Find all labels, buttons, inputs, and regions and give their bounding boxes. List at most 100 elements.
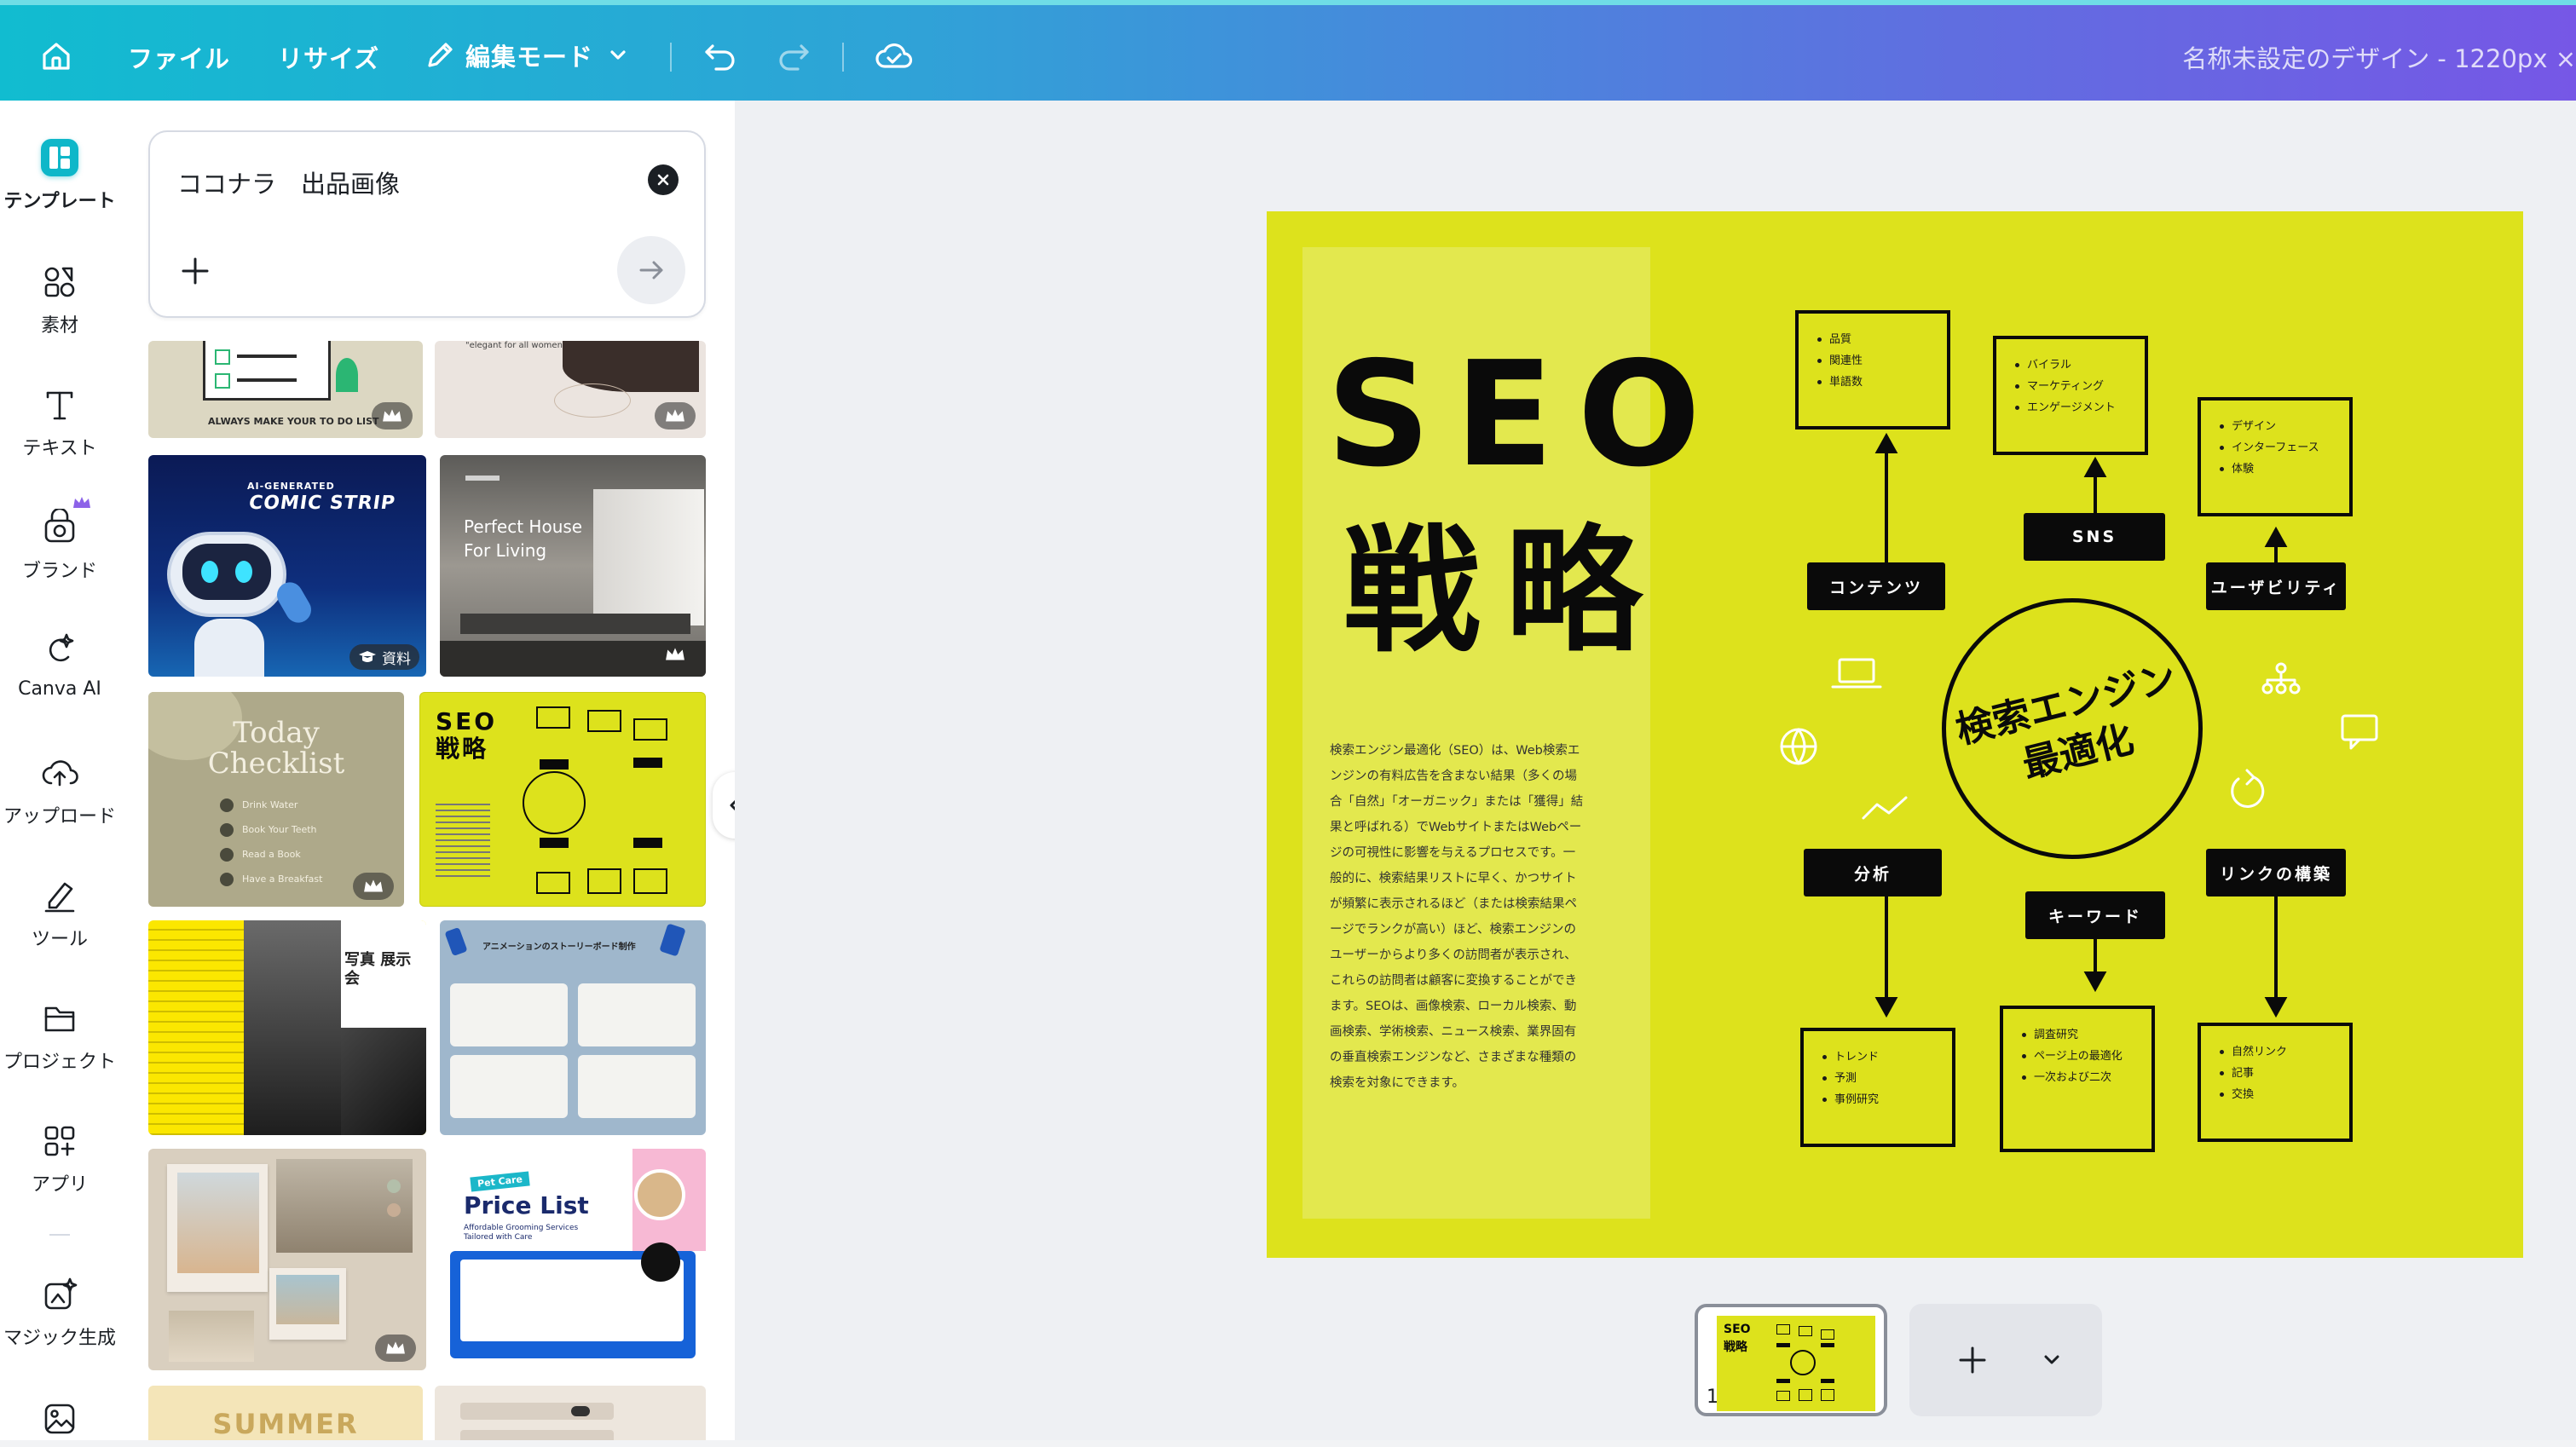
premium-badge [655,402,696,429]
clear-search-button[interactable] [648,164,679,195]
rail-item-magic[interactable]: マジック生成 [0,1275,119,1350]
tools-icon [44,882,75,913]
document-title[interactable]: 名称未設定のデザイン - 1220px × [2182,39,2576,75]
search-input[interactable]: ココナラ 出品画像 [177,164,400,200]
trend-icon [1862,796,1908,820]
center-circle[interactable]: 検索エンジン 最適化 [1942,598,2203,859]
rail-item-uploads[interactable]: アップロード [0,753,119,828]
redo-button[interactable] [776,39,811,73]
crown-icon [383,409,401,422]
template-thumb-seo[interactable]: SEO 戦略 [419,692,706,907]
rail-item-tools[interactable]: ツール [0,876,119,951]
node-link-building[interactable]: リンクの構築 [2206,849,2346,896]
side-rail: テンプレート 素材 テキスト ブランド Canva AI アップロード ツール … [0,101,119,1440]
checklist-item: Book Your Teeth [242,824,317,835]
rail-item-apps[interactable]: アプリ [0,1121,119,1196]
text-icon [46,391,73,420]
plus-icon [1959,1346,1986,1374]
template-thumb-house[interactable]: Perfect House For Living [440,455,706,677]
crown-icon [666,409,684,422]
page-thumbnail[interactable]: SEO 戦略 1 [1695,1304,1887,1416]
box-analysis[interactable]: トレンド 予測 事例研究 [1800,1028,1955,1147]
box-usability[interactable]: デザイン インターフェース 体験 [2198,397,2353,516]
thumb-subtitle: AI-GENERATED [247,481,335,492]
box-item: 自然リンク [2220,1041,2336,1063]
box-item: 品質 [1817,329,1933,350]
image-icon [44,1404,75,1434]
graduation-cap-icon [359,651,376,662]
premium-crown-icon [73,497,90,508]
template-thumb-summer[interactable]: SUMMER [148,1386,423,1440]
rail-item-text[interactable]: テキスト [0,385,119,460]
node-content[interactable]: コンテンツ [1807,562,1945,610]
save-status-button[interactable] [875,39,914,73]
thumb-title: アニメーションのストーリーボード制作 [482,943,636,952]
search-box[interactable]: ココナラ 出品画像 [148,130,706,318]
node-analysis[interactable]: 分析 [1804,849,1942,896]
template-thumb-todo[interactable]: ALWAYS MAKE YOUR TO DO LIST [148,341,423,438]
add-media-button[interactable] [176,251,215,291]
template-thumb-habits[interactable] [435,1386,706,1440]
box-sns[interactable]: バイラル マーケティング エンゲージメント [1993,336,2148,455]
template-thumb-price-list[interactable]: Pet Care Price List Affordable Grooming … [440,1149,706,1370]
rail-item-brand[interactable]: ブランド [0,497,119,583]
premium-badge [375,1335,416,1362]
rail-item-elements[interactable]: 素材 [0,262,119,337]
rail-label: ツール [31,929,88,950]
upload-icon [42,760,78,787]
rail-item-canva-ai[interactable]: Canva AI [0,631,119,700]
mini-title: SEO [1724,1323,1751,1336]
resize-menu[interactable]: リサイズ [278,39,379,75]
template-thumb-holiday[interactable] [148,1149,426,1370]
canvas-area: SEO 戦略 検索エンジン最適化（SEO）は、Web検索エンジンの有料広告を含ま… [735,101,2576,1440]
design-page[interactable]: SEO 戦略 検索エンジン最適化（SEO）は、Web検索エンジンの有料広告を含ま… [1267,211,2523,1258]
laptop-icon [1838,658,1875,683]
box-item: 事例研究 [1822,1089,1938,1110]
undo-button[interactable] [702,39,738,73]
undo-icon [705,44,735,71]
box-keyword[interactable]: 調査研究 ページ上の最適化 一次および二次 [2000,1006,2155,1152]
page-number: 1 [1707,1386,1718,1408]
elements-icon [44,267,75,297]
toolbar-divider [670,43,672,72]
add-page-button[interactable] [1909,1304,2102,1416]
box-item: マーケティング [2015,376,2131,397]
thumb-subtitle: Affordable Grooming Services Tailored wi… [464,1224,579,1242]
rail-item-projects[interactable]: プロジェクト [0,999,119,1074]
rail-label: 素材 [40,315,78,337]
plus-icon [182,257,209,285]
template-thumb-photo-exhibit[interactable]: 写真 展示会 [148,920,426,1135]
node-sns[interactable]: SNS [2024,513,2165,561]
template-thumb-storyboard[interactable]: アニメーションのストーリーボード制作 [440,920,706,1135]
rail-label: テンプレート [3,191,116,212]
box-item: 単語数 [1817,372,1933,393]
node-keyword[interactable]: キーワード [2025,891,2165,939]
rail-item-templates[interactable]: テンプレート [0,138,119,213]
template-thumb-elegant[interactable]: "elegant for all women" [435,341,706,438]
mini-title-2: 戦略 [1724,1340,1747,1354]
pencil-icon [428,43,453,67]
box-link-building[interactable]: 自然リンク 記事 交換 [2198,1023,2353,1142]
search-submit-button[interactable] [617,236,685,304]
template-thumb-comic[interactable]: AI-GENERATED COMIC STRIP 資料 [148,455,426,677]
box-content[interactable]: 品質 関連性 単語数 [1795,310,1950,429]
home-button[interactable] [38,37,75,75]
thumb-caption: "elegant for all women" [465,341,567,350]
resource-badge-label: 資料 [382,650,411,668]
box-item: インターフェース [2220,437,2336,458]
templates-panel: ココナラ 出品画像 ALWAYS MAKE YOUR TO DO LIST "e… [119,101,735,1440]
file-menu[interactable]: ファイル [128,39,230,75]
node-usability[interactable]: ユーザビリティ [2206,562,2346,610]
resource-badge: 資料 [349,644,419,670]
template-thumb-checklist[interactable]: Today Checklist Drink Water Book Your Te… [148,692,404,907]
chevron-down-icon[interactable] [2039,1347,2065,1373]
arrow-right-icon [639,261,663,280]
box-item: エンゲージメント [2015,397,2131,418]
checklist-item: Drink Water [242,799,298,810]
box-item: トレンド [1822,1046,1938,1068]
rail-label: Canva AI [18,678,101,700]
canva-ai-icon [49,633,74,662]
top-toolbar: ファイル リサイズ 編集モード 名称未設定のデザイン - 1220px × [0,0,2576,101]
thumb-title: SEO 戦略 [436,707,498,763]
edit-mode-dropdown[interactable]: 編集モード [423,37,631,73]
